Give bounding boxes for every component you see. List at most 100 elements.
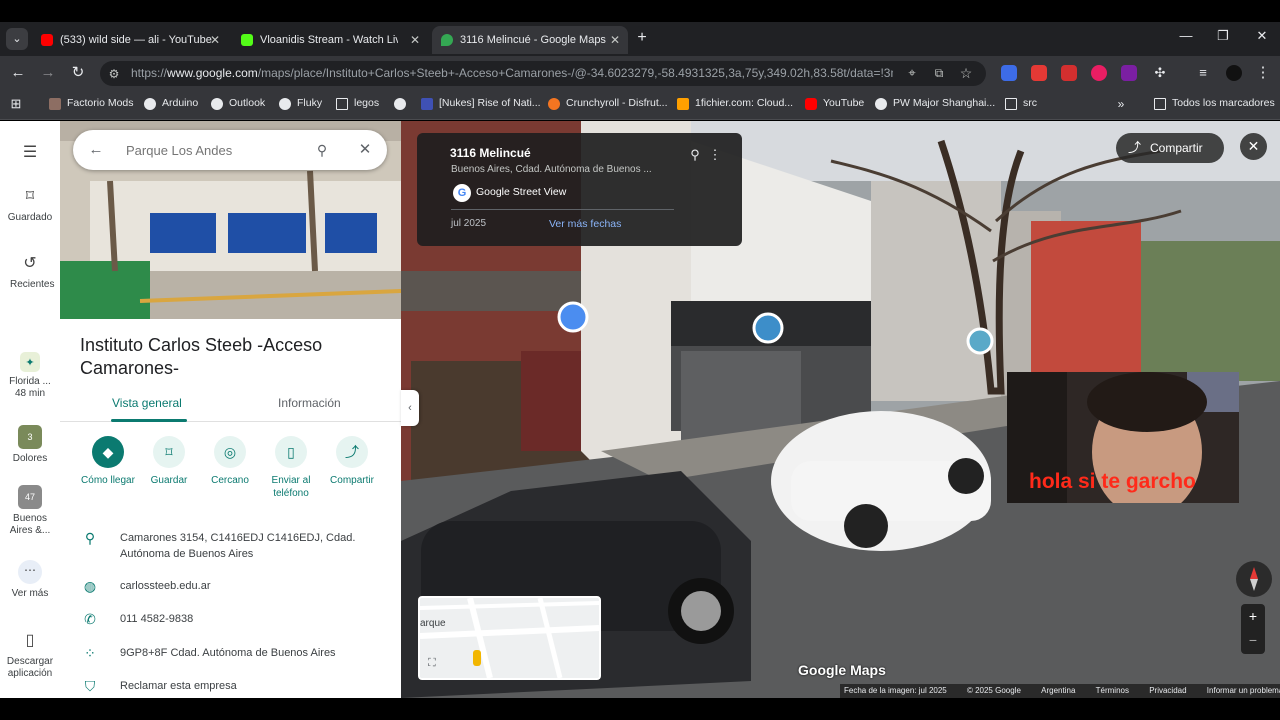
close-tab-icon[interactable]: ✕: [410, 26, 420, 54]
privacy-link[interactable]: Privacidad: [1149, 686, 1186, 695]
bookmark-item[interactable]: Crunchyroll - Disfrut...: [548, 97, 668, 111]
minimize-icon[interactable]: —: [1173, 28, 1199, 43]
zoom-out-icon[interactable]: −: [1241, 629, 1265, 654]
browser-menu-icon[interactable]: ⋮: [1253, 63, 1273, 83]
rail-more[interactable]: ⋯ Ver más: [0, 560, 60, 600]
bookmark-favicon-icon: [677, 98, 689, 110]
share-icon: ⤴: [336, 436, 368, 468]
terms-link[interactable]: Términos: [1096, 686, 1129, 695]
google-maps-watermark: Google Maps: [798, 662, 886, 678]
ublock-icon[interactable]: [1061, 65, 1077, 81]
close-window-icon[interactable]: ✕: [1249, 28, 1275, 44]
extensions-puzzle-icon[interactable]: ✣: [1150, 63, 1170, 83]
rail-saved[interactable]: ⌑ Guardado: [0, 186, 60, 224]
map-pin-icon[interactable]: ⚲: [685, 145, 705, 165]
compass-control[interactable]: [1236, 561, 1272, 597]
bookmark-item[interactable]: Factorio Mods: [49, 97, 134, 111]
bookmark-label: Arduino: [162, 97, 199, 109]
new-tab-icon[interactable]: +: [632, 28, 652, 48]
site-info-icon[interactable]: ⚙: [104, 64, 124, 84]
bookmark-item[interactable]: [Nukes] Rise of Nati...: [421, 97, 541, 111]
close-street-view-icon[interactable]: ✕: [1240, 133, 1267, 160]
more-icon: ⋯: [18, 560, 42, 584]
save-button[interactable]: ⌑ Guardar: [139, 436, 199, 487]
directions-button[interactable]: ◆ Cómo llegar: [78, 436, 138, 487]
rail-trip[interactable]: ✦ Florida ... 48 min: [0, 352, 60, 400]
collection-thumbnail: 3: [18, 425, 42, 449]
tab-overview[interactable]: Vista general: [112, 396, 182, 410]
tab-youtube[interactable]: (533) wild side — ali - YouTube ✕: [32, 26, 228, 54]
more-bookmarks-icon[interactable]: »: [1111, 94, 1131, 114]
tab-google-maps[interactable]: 3116 Melincué - Google Maps ✕: [432, 26, 628, 54]
trip-icon: ✦: [20, 352, 40, 372]
street-view-subtitle: Buenos Aires, Cdad. Autónoma de Buenos .…: [451, 164, 652, 175]
restore-icon[interactable]: ❐: [1210, 28, 1236, 44]
share-button[interactable]: ⤴ Compartir: [1116, 133, 1224, 163]
extension-icon[interactable]: [1031, 65, 1047, 81]
all-bookmarks-folder[interactable]: Todos los marcadores: [1154, 97, 1275, 111]
search-icon[interactable]: ⚲: [312, 140, 332, 160]
menu-button[interactable]: ☰: [0, 142, 60, 168]
minimap[interactable]: [418, 596, 601, 680]
rail-buenos-aires[interactable]: 47 Buenos Aires &...: [0, 485, 60, 537]
share-place-button[interactable]: ⤴ Compartir: [322, 436, 382, 487]
close-tab-icon[interactable]: ✕: [210, 26, 220, 54]
close-tab-icon[interactable]: ✕: [610, 26, 620, 54]
rail-label: Florida ... 48 min: [9, 376, 51, 399]
bookmark-folder[interactable]: legos: [336, 97, 379, 111]
media-control-icon[interactable]: ≡: [1193, 63, 1213, 83]
rail-recent[interactable]: ↺ Recientes: [0, 253, 60, 291]
bookmark-item[interactable]: Fluky: [279, 97, 322, 111]
apps-grid-icon[interactable]: ⊞: [6, 94, 26, 114]
install-app-icon[interactable]: ⧉: [929, 63, 949, 83]
reload-icon[interactable]: ↻: [68, 63, 88, 83]
tab-info[interactable]: Información: [278, 396, 341, 410]
bookmark-item[interactable]: PW Major Shanghai...: [875, 97, 995, 111]
bookmark-folder[interactable]: src: [1005, 97, 1037, 111]
folder-icon: [1154, 98, 1166, 110]
search-input[interactable]: [126, 142, 296, 158]
bookmark-item[interactable]: YouTube: [805, 97, 864, 111]
tab-kick[interactable]: Vloanidis Stream - Watch Live on Kick ✕: [232, 26, 428, 54]
bookmark-label: [Nukes] Rise of Nati...: [439, 97, 541, 109]
bookmark-item[interactable]: 1fichier.com: Cloud...: [677, 97, 793, 111]
rail-download-app[interactable]: ▯ Descargar aplicación: [0, 630, 60, 680]
report-problem-link[interactable]: Informar un problema: [1207, 686, 1280, 695]
location-icon[interactable]: ⌖: [902, 63, 922, 83]
place-title: Instituto Carlos Steeb -Acceso Camarones…: [80, 335, 323, 378]
globe-icon: [144, 98, 156, 110]
expand-map-icon[interactable]: ⛶: [428, 657, 436, 670]
rail-label: Recientes: [10, 279, 55, 290]
back-arrow-icon[interactable]: ←: [86, 140, 106, 160]
bookmark-item[interactable]: Outlook: [211, 97, 265, 111]
globe-icon: [279, 98, 291, 110]
back-icon[interactable]: ←: [8, 63, 28, 83]
url-text[interactable]: https://www.google.com/maps/place/Instit…: [131, 66, 893, 82]
send-to-phone-button[interactable]: ▯ Enviar al teléfono: [261, 436, 321, 500]
image-date: Fecha de la imagen: jul 2025: [844, 686, 947, 695]
bookmark-star-icon[interactable]: ☆: [956, 63, 976, 83]
more-dates-link[interactable]: Ver más fechas: [549, 218, 621, 230]
collapse-panel-button[interactable]: ‹: [401, 390, 419, 426]
forward-icon[interactable]: →: [38, 63, 58, 83]
clear-search-icon[interactable]: ✕: [355, 140, 375, 160]
extension-icon[interactable]: [1001, 65, 1017, 81]
rail-dolores[interactable]: 3 Dolores: [0, 425, 60, 465]
extension-icon[interactable]: [1091, 65, 1107, 81]
profile-avatar[interactable]: [1226, 65, 1242, 81]
bookmark-item[interactable]: [394, 97, 412, 111]
country-link[interactable]: Argentina: [1041, 686, 1075, 695]
more-options-icon[interactable]: ⋮: [705, 145, 725, 165]
folder-icon: [1005, 98, 1017, 110]
bookmark-label: legos: [354, 97, 380, 109]
nearby-button[interactable]: ◎ Cercano: [200, 436, 260, 487]
address-text: Camarones 3154, C1416EDJ C1416EDJ, Cdad.…: [120, 532, 356, 560]
bookmark-item[interactable]: Arduino: [144, 97, 198, 111]
screen: ⌄ (533) wild side — ali - YouTube ✕ Vloa…: [0, 0, 1280, 720]
globe-icon: [211, 98, 223, 110]
active-tab-indicator: [111, 419, 187, 422]
extension-icon[interactable]: [1121, 65, 1137, 81]
tab-title: 3116 Melincué - Google Maps: [460, 34, 606, 46]
zoom-in-icon[interactable]: +: [1241, 604, 1265, 629]
tab-search-icon[interactable]: ⌄: [6, 28, 28, 50]
